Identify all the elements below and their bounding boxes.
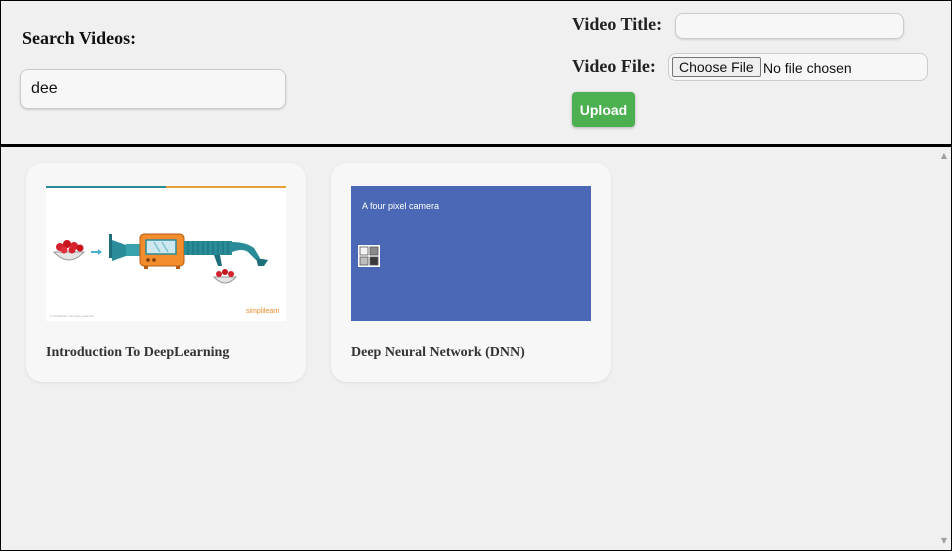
choose-file-button[interactable]: Choose File <box>672 57 761 77</box>
video-card[interactable]: simplilearn © Simplilearn. All rights re… <box>26 163 306 382</box>
video-thumbnail[interactable]: simplilearn © Simplilearn. All rights re… <box>46 186 286 321</box>
deep-learning-illustration: simplilearn © Simplilearn. All rights re… <box>46 186 286 321</box>
video-title-label: Video Title: <box>572 14 663 34</box>
video-card[interactable]: A four pixel camera Deep Neural Network … <box>331 163 611 382</box>
file-status-text: No file chosen <box>763 60 852 76</box>
app-frame: Search Videos: Video Title: Video File: … <box>0 0 952 551</box>
search-input[interactable] <box>20 69 286 109</box>
thumbnail-caption: A four pixel camera <box>362 201 439 211</box>
scroll-up-arrow-icon[interactable]: ▲ <box>939 151 949 161</box>
video-title[interactable]: Deep Neural Network (DNN) <box>351 345 525 361</box>
video-title[interactable]: Introduction To DeepLearning <box>46 345 229 361</box>
video-thumbnail[interactable]: A four pixel camera <box>351 186 591 321</box>
four-pixel-camera-slide: A four pixel camera <box>351 186 591 321</box>
header-panel: Search Videos: Video Title: Video File: … <box>1 1 951 147</box>
search-label: Search Videos: <box>22 28 137 48</box>
video-file-input[interactable]: Choose File No file chosen <box>668 53 928 81</box>
video-list: simplilearn © Simplilearn. All rights re… <box>1 147 951 550</box>
video-file-label: Video File: <box>572 56 656 76</box>
upload-button[interactable]: Upload <box>572 92 635 127</box>
video-title-input[interactable] <box>675 13 904 39</box>
thumbnail-footer: © Simplilearn. All rights reserved. <box>50 314 94 318</box>
thumbnail-brand: simplilearn <box>246 308 280 315</box>
scroll-down-arrow-icon[interactable]: ▼ <box>939 536 949 546</box>
